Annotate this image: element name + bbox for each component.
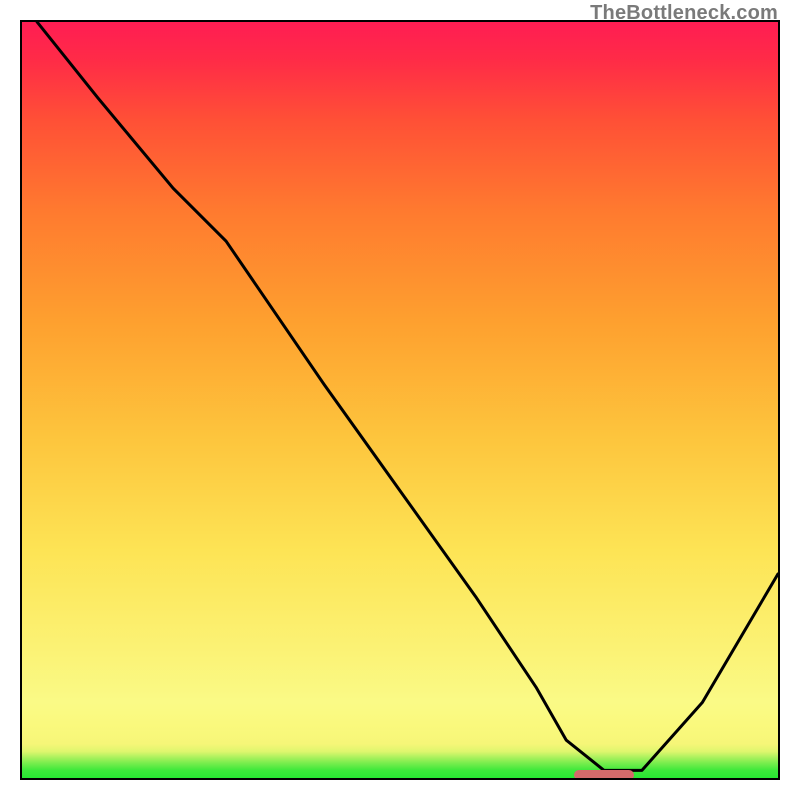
bottleneck-curve-path bbox=[37, 22, 778, 770]
plot-area bbox=[20, 20, 780, 780]
curve-svg bbox=[22, 22, 778, 778]
chart-container: TheBottleneck.com bbox=[0, 0, 800, 800]
optimal-marker bbox=[574, 770, 634, 780]
